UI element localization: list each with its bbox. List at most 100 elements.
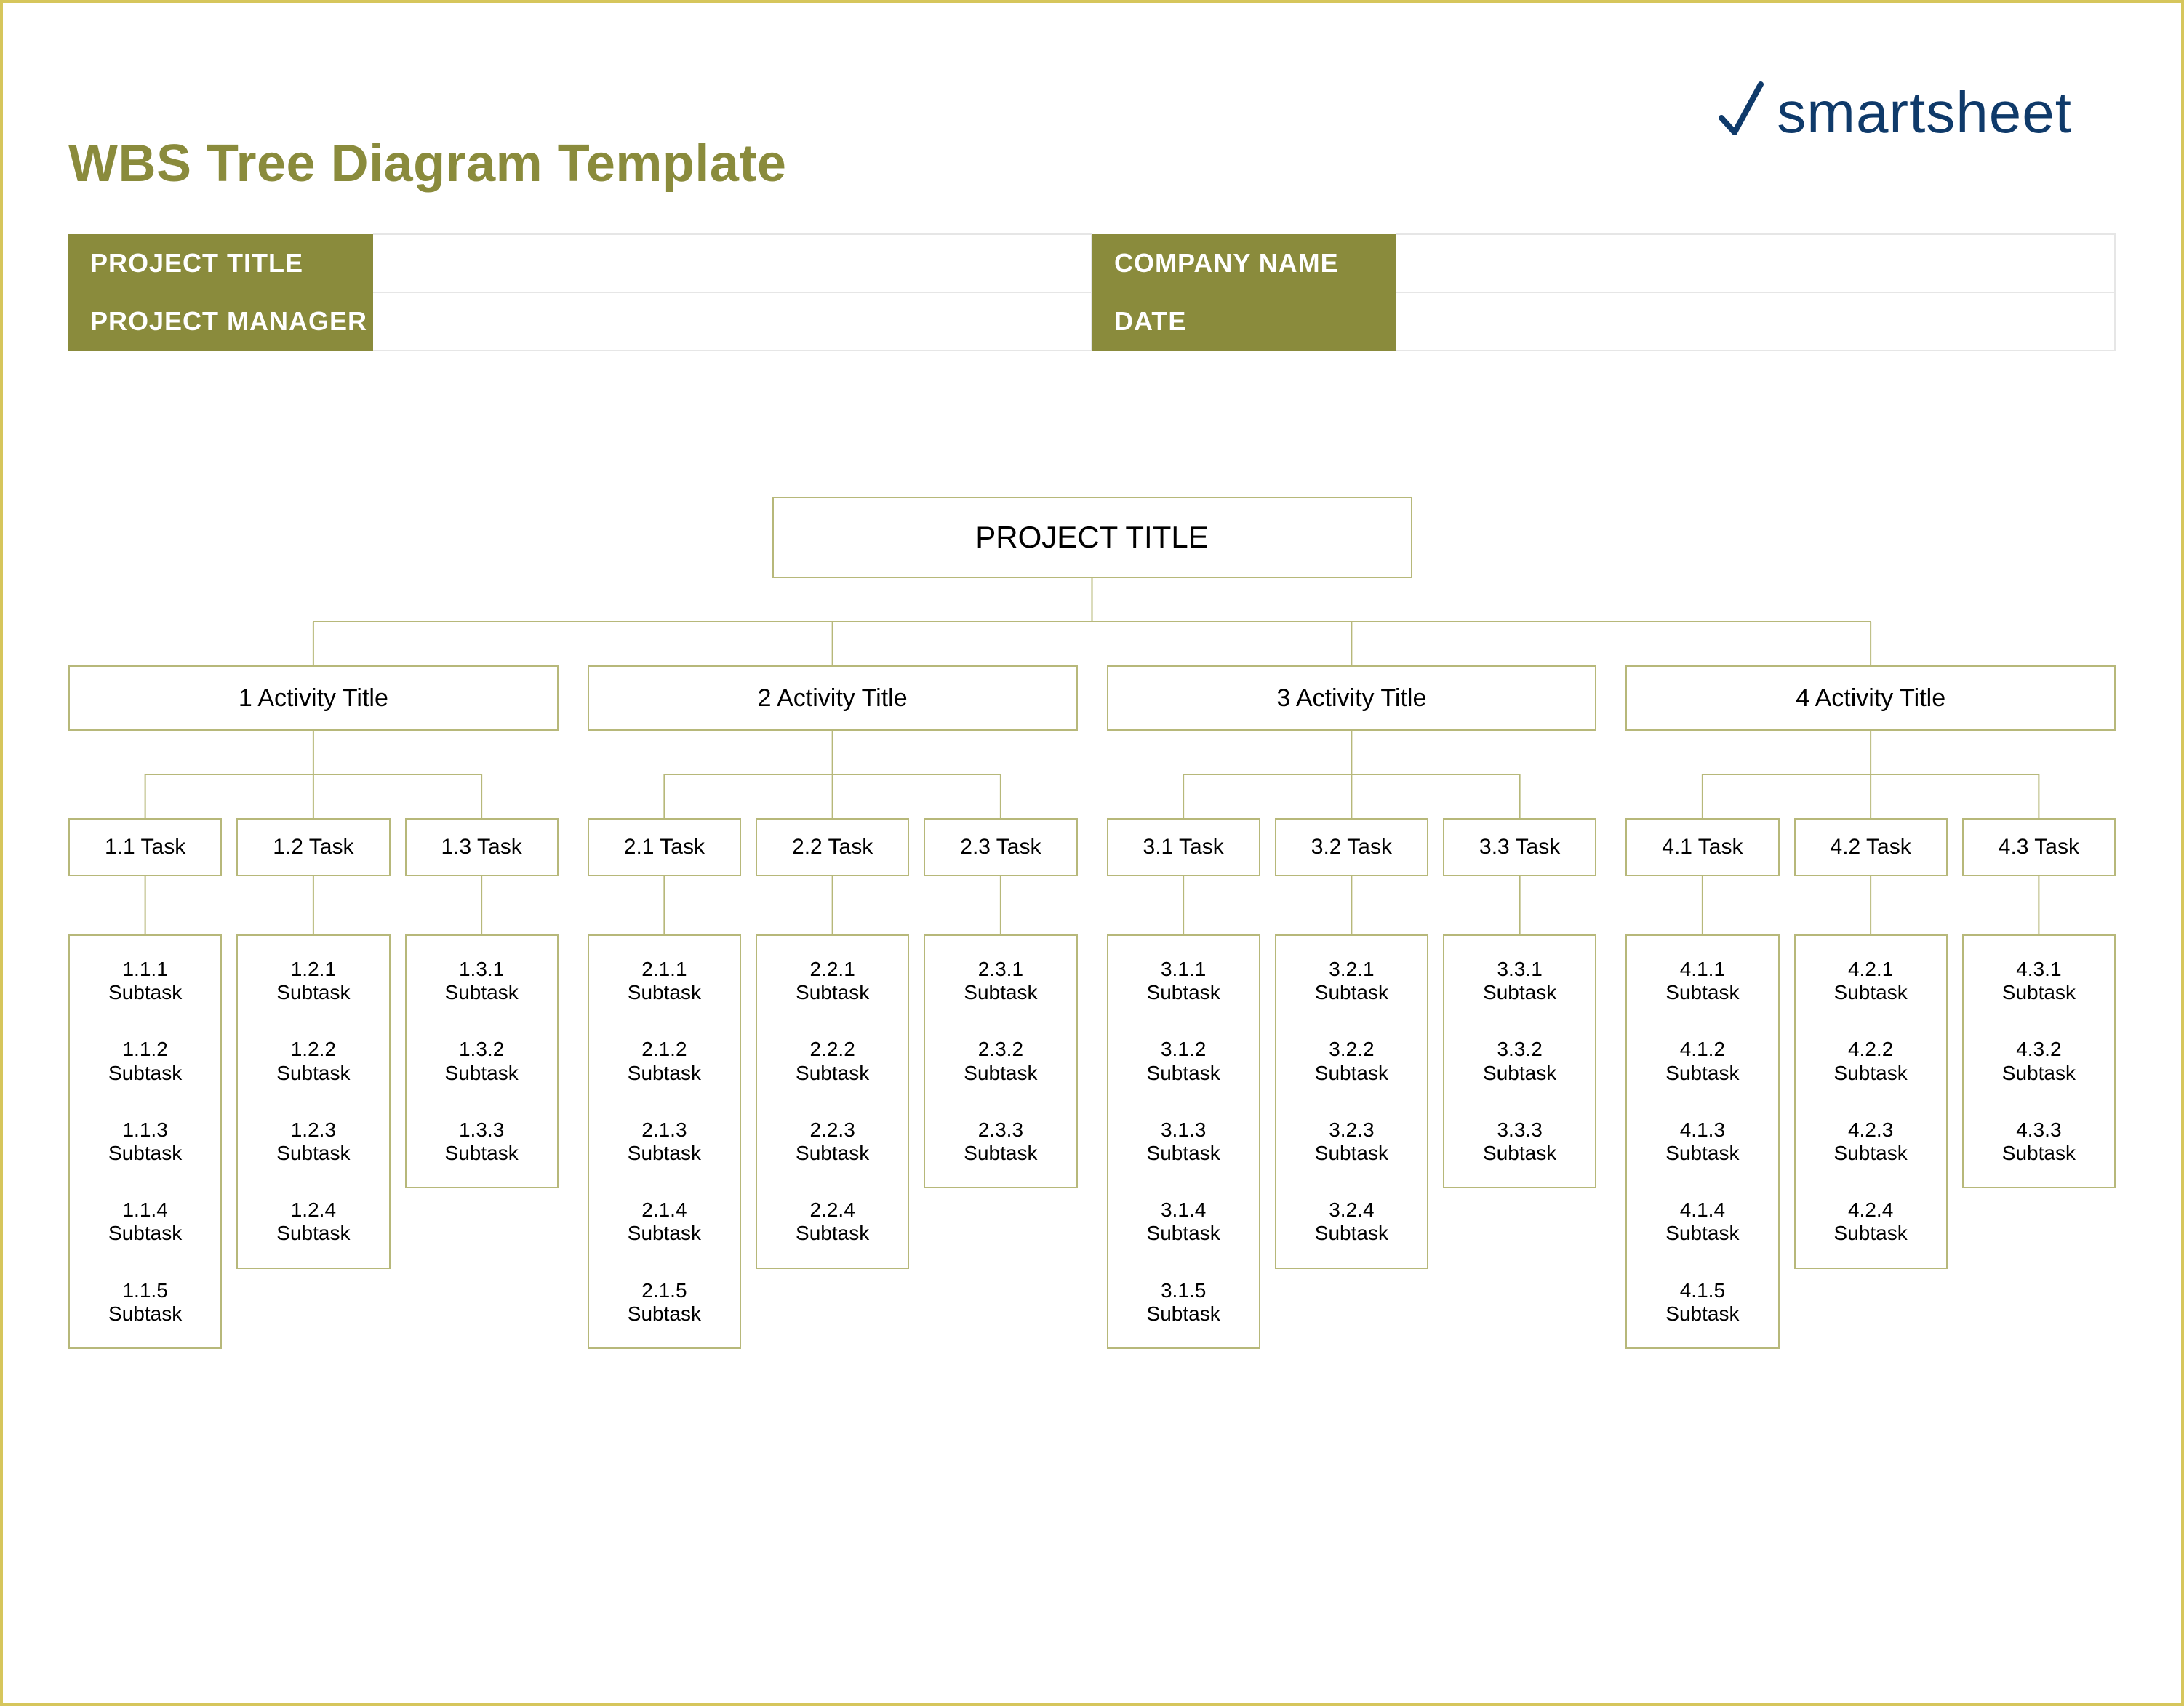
activity-column: 1 Activity Title1.1 Task1.1.1Subtask1.1.… [68, 665, 559, 1349]
subtask-item: 1.2.2Subtask [242, 1038, 384, 1084]
date-value[interactable] [1396, 292, 2115, 351]
subtask-item: 1.3.1Subtask [411, 958, 553, 1004]
subtask-item: 2.3.2Subtask [929, 1038, 1071, 1084]
tasks-row: 1.1 Task 1.1.1Subtask 1.1.2Subtask 1.1.3Sub… [68, 818, 559, 1349]
task-node: 2.3 Task [924, 818, 1077, 876]
activity-column: 4 Activity Title4.1 Task4.1.1Subtask4.1.… [1625, 665, 2116, 1349]
subtask-item: 3.2.4Subtask [1281, 1198, 1423, 1245]
task-node: 4.1 Task [1625, 818, 1779, 876]
project-manager-label: PROJECT MANAGER [68, 292, 373, 351]
subtask-item: 4.2.3Subtask [1800, 1118, 1942, 1165]
task-node: 3.2 Task [1275, 818, 1428, 876]
activity-node: 2 Activity Title [588, 665, 1078, 731]
tasks-row: 2.1 Task 2.1.1Subtask2.1.2Subtask2.1.3Sub… [588, 818, 1078, 1349]
subtask-node: 4.3.1Subtask 4.3.2Subtask 4.3.3Subtask [1962, 934, 2116, 1188]
task-column: 4.3 Task 4.3.1Subtask 4.3.2Subtask 4.3.3Sub… [1962, 818, 2116, 1349]
subtask-item: 4.1.1Subtask [1631, 958, 1773, 1004]
task-column: 4.1 Task 4.1.1Subtask 4.1.2Subtask 4.1.3Sub… [1625, 818, 1779, 1349]
subtask-item: 1.1.5Subtask [74, 1279, 216, 1326]
subtask-item: 3.3.1Subtask [1449, 958, 1591, 1004]
subtask-item: 1.1.4Subtask [74, 1198, 216, 1245]
task-column: 1.2 Task 1.2.1Subtask 1.2.2Subtask 1.2.3Sub… [236, 818, 390, 1349]
task-column: 1.3 Task1.3.1Subtask1.3.2Subtask1.3.3Sub… [405, 818, 559, 1349]
task-node: 1.2 Task [236, 818, 390, 876]
root-node: PROJECT TITLE [772, 497, 1412, 578]
subtask-item: 4.1.2Subtask [1631, 1038, 1773, 1084]
brand-logo: smartsheet [1716, 79, 2072, 146]
subtask-item: 3.1.4Subtask [1113, 1198, 1255, 1245]
task-node: 2.2 Task [756, 818, 909, 876]
subtask-item: 3.1.2Subtask [1113, 1038, 1255, 1084]
task-node: 4.3 Task [1962, 818, 2116, 876]
subtask-item: 4.3.3Subtask [1968, 1118, 2110, 1165]
subtask-item: 1.2.1Subtask [242, 958, 384, 1004]
tasks-row: 3.1 Task 3.1.1Subtask 3.1.2Subtask 3.1.3Sub… [1107, 818, 1597, 1349]
subtask-item: 4.3.2Subtask [1968, 1038, 2110, 1084]
subtask-item: 1.2.4Subtask [242, 1198, 384, 1245]
task-column: 3.2 Task 3.2.1Subtask 3.2.2Subtask 3.2.3Sub… [1275, 818, 1428, 1349]
subtask-item: 2.3.1Subtask [929, 958, 1071, 1004]
subtask-item: 4.1.4Subtask [1631, 1198, 1773, 1245]
subtask-node: 1.3.1Subtask1.3.2Subtask1.3.3Subtask [405, 934, 559, 1188]
subtask-item: 2.1.4Subtask [593, 1198, 735, 1245]
subtask-item: 1.1.3Subtask [74, 1118, 216, 1165]
task-column: 2.1 Task 2.1.1Subtask2.1.2Subtask2.1.3Sub… [588, 818, 741, 1349]
task-node: 3.3 Task [1443, 818, 1596, 876]
subtask-node: 1.1.1Subtask 1.1.2Subtask 1.1.3Subtask 1.1.… [68, 934, 222, 1349]
subtask-item: 2.3.3Subtask [929, 1118, 1071, 1165]
subtask-item: 1.1.2Subtask [74, 1038, 216, 1084]
activity-node: 4 Activity Title [1625, 665, 2116, 731]
subtask-item: 1.1.1Subtask [74, 958, 216, 1004]
subtask-node: 4.1.1Subtask 4.1.2Subtask 4.1.3Subtask 4.1.… [1625, 934, 1779, 1349]
subtask-item: 2.2.3Subtask [761, 1118, 903, 1165]
subtask-item: 4.2.1Subtask [1800, 958, 1942, 1004]
subtask-item: 1.2.3Subtask [242, 1118, 384, 1165]
tasks-row: 4.1 Task 4.1.1Subtask 4.1.2Subtask 4.1.3Sub… [1625, 818, 2116, 1349]
task-node: 1.3 Task [405, 818, 559, 876]
subtask-item: 2.1.1Subtask [593, 958, 735, 1004]
wbs-diagram: PROJECT TITLE 1 Activity Title1.1 Task1.… [68, 497, 2116, 1349]
subtask-item: 3.1.1Subtask [1113, 958, 1255, 1004]
task-column: 1.1 Task 1.1.1Subtask 1.1.2Subtask 1.1.3Sub… [68, 818, 222, 1349]
activity-column: 3 Activity Title3.1 Task3.1.1Subtask3.1.… [1107, 665, 1597, 1349]
subtask-node: 3.1.1Subtask 3.1.2Subtask 3.1.3Subtask 3.1.… [1107, 934, 1260, 1349]
subtask-item: 2.2.1Subtask [761, 958, 903, 1004]
project-title-value[interactable] [373, 234, 1092, 292]
subtask-node: 3.3.1Subtask 3.3.2Subtask 3.3.3Subtask [1443, 934, 1596, 1188]
subtask-item: 2.1.3Subtask [593, 1118, 735, 1165]
task-node: 3.1 Task [1107, 818, 1260, 876]
subtask-node: 1.2.1Subtask 1.2.2Subtask 1.2.3Subtask 1.2.… [236, 934, 390, 1269]
task-column: 3.1 Task 3.1.1Subtask 3.1.2Subtask 3.1.3Sub… [1107, 818, 1260, 1349]
subtask-node: 3.2.1Subtask 3.2.2Subtask 3.2.3Subtask 3.2.… [1275, 934, 1428, 1269]
activity-node: 3 Activity Title [1107, 665, 1597, 731]
subtask-item: 3.1.5Subtask [1113, 1279, 1255, 1326]
subtask-item: 3.3.3Subtask [1449, 1118, 1591, 1165]
task-node: 1.1 Task [68, 818, 222, 876]
task-node: 2.1 Task [588, 818, 741, 876]
project-manager-value[interactable] [373, 292, 1092, 351]
activity-column: 2 Activity Title2.1 Task2.1.1Subtask2.1.… [588, 665, 1078, 1349]
task-column: 2.2 Task 2.2.1Subtask2.2.2Subtask2.2.3Sub… [756, 818, 909, 1349]
company-name-value[interactable] [1396, 234, 2115, 292]
subtask-item: 3.2.2Subtask [1281, 1038, 1423, 1084]
task-node: 4.2 Task [1794, 818, 1948, 876]
subtask-item: 4.2.2Subtask [1800, 1038, 1942, 1084]
date-label: DATE [1092, 292, 1396, 351]
checkmark-icon [1716, 80, 1767, 145]
task-column: 4.2 Task 4.2.1Subtask 4.2.2Subtask 4.2.3Sub… [1794, 818, 1948, 1349]
subtask-item: 4.3.1Subtask [1968, 958, 2110, 1004]
activity-node: 1 Activity Title [68, 665, 559, 731]
subtask-item: 3.2.3Subtask [1281, 1118, 1423, 1165]
subtask-node: 2.1.1Subtask2.1.2Subtask2.1.3Subtask2.1.… [588, 934, 741, 1349]
subtask-item: 3.2.1Subtask [1281, 958, 1423, 1004]
meta-table: PROJECT TITLE COMPANY NAME PROJECT MANAG… [68, 233, 2116, 351]
subtask-node: 2.2.1Subtask2.2.2Subtask2.2.3Subtask2.2.… [756, 934, 909, 1269]
subtask-item: 1.3.2Subtask [411, 1038, 553, 1084]
subtask-item: 3.3.2Subtask [1449, 1038, 1591, 1084]
subtask-item: 4.1.3Subtask [1631, 1118, 1773, 1165]
activities-row: 1 Activity Title1.1 Task1.1.1Subtask1.1.… [68, 665, 2116, 1349]
subtask-item: 3.1.3Subtask [1113, 1118, 1255, 1165]
subtask-node: 4.2.1Subtask4.2.2Subtask4.2.3Subtask4.2.… [1794, 934, 1948, 1269]
task-column: 3.3 Task 3.3.1Subtask 3.3.2Subtask 3.3.3Sub… [1443, 818, 1596, 1349]
subtask-node: 2.3.1Subtask 2.3.2Subtask 2.3.3Subtask [924, 934, 1077, 1188]
